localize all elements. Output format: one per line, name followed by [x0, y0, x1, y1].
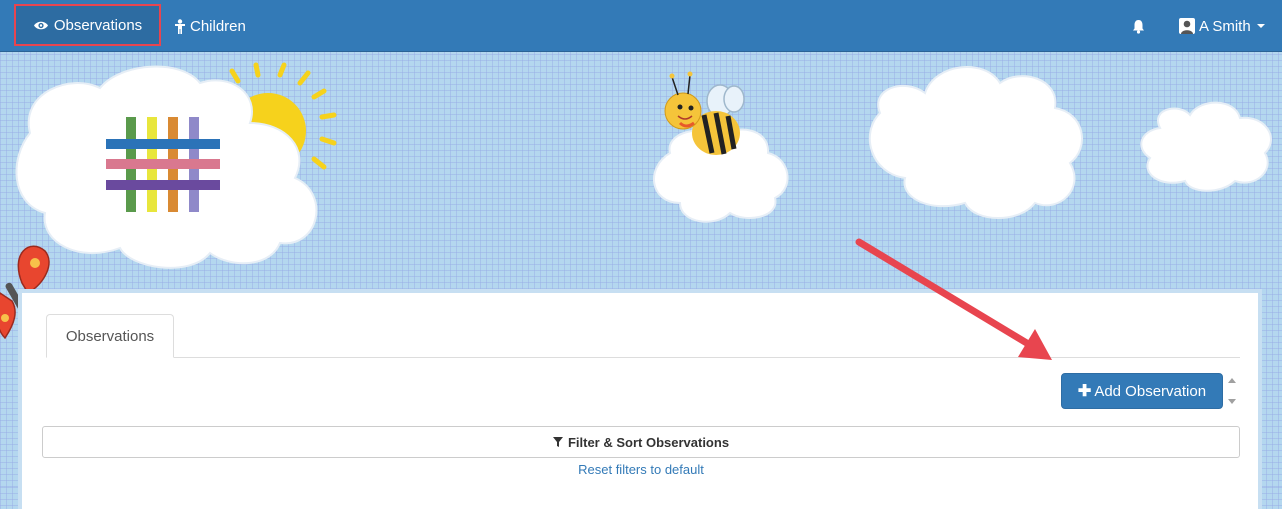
nav-children-link[interactable]: Children — [174, 0, 246, 52]
reset-filters-link[interactable]: Reset filters to default — [42, 462, 1240, 477]
cloud-right-large — [868, 66, 1083, 219]
bell-icon — [1133, 19, 1144, 34]
child-icon — [175, 18, 185, 34]
cloud-right-small — [1140, 101, 1272, 192]
nav-children-label: Children — [190, 17, 246, 35]
notifications-button[interactable] — [1131, 0, 1146, 52]
user-menu-button[interactable]: A Smith — [1179, 0, 1265, 52]
filter-sort-label: Filter & Sort Observations — [567, 434, 730, 450]
user-avatar-icon — [1179, 18, 1195, 34]
reset-filters-label: Reset filters to default — [578, 462, 704, 477]
add-observation-button[interactable]: ✚ Add Observation — [1061, 373, 1223, 409]
nav-observations-label: Observations — [53, 16, 143, 34]
tab-observations[interactable]: Observations — [46, 314, 174, 358]
top-navbar: Observations Children A Smith — [0, 0, 1282, 52]
scroll-stepper[interactable] — [1225, 374, 1239, 408]
plus-icon: ✚ — [1077, 383, 1092, 400]
nav-observations-link[interactable]: Observations — [14, 4, 161, 46]
eye-icon — [33, 21, 48, 29]
add-observation-label: Add Observation — [1094, 382, 1207, 400]
filter-icon — [552, 437, 563, 447]
tab-divider — [46, 357, 1240, 358]
tab-observations-label: Observations — [65, 327, 155, 345]
scroll-down-icon[interactable] — [1228, 399, 1236, 404]
scroll-up-icon[interactable] — [1228, 378, 1236, 383]
caret-down-icon — [1256, 24, 1265, 28]
filter-sort-toggle[interactable]: Filter & Sort Observations — [42, 426, 1240, 458]
observations-panel: Observations ✚ Add Observation Filter & … — [18, 289, 1262, 509]
user-name: A Smith — [1199, 17, 1251, 35]
